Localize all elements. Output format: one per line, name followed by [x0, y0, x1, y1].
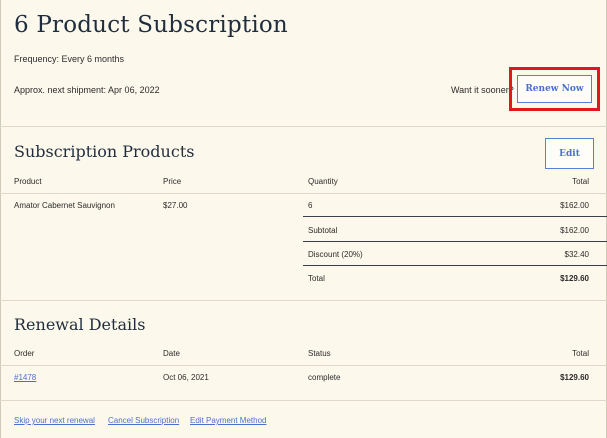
subtotal-label: Subtotal — [308, 226, 338, 235]
page-title: 6 Product Subscription — [14, 12, 288, 38]
row-divider — [303, 216, 607, 217]
col-header-status: Status — [308, 349, 331, 358]
col-header-date: Date — [163, 349, 180, 358]
row-divider — [303, 265, 607, 266]
want-sooner-text: Want it sooner? — [451, 85, 514, 95]
renewal-details-title: Renewal Details — [14, 315, 146, 334]
subtotal-value: $162.00 — [560, 226, 589, 235]
product-price: $27.00 — [163, 201, 188, 210]
row-divider — [303, 241, 607, 242]
renew-now-button[interactable]: Renew Now — [517, 75, 592, 103]
discount-label: Discount (20%) — [308, 250, 363, 259]
product-total: $162.00 — [560, 201, 589, 210]
header-divider — [0, 365, 607, 366]
next-shipment-text: Approx. next shipment: Apr 06, 2022 — [14, 85, 160, 95]
order-status: complete — [308, 373, 341, 382]
cancel-subscription-link[interactable]: Cancel Subscription — [108, 416, 179, 425]
product-quantity: 6 — [308, 201, 313, 210]
col-header-order: Order — [14, 349, 35, 358]
renew-highlight-box: Renew Now — [509, 67, 600, 111]
subscription-products-title: Subscription Products — [14, 142, 195, 161]
col-header-price: Price — [163, 177, 182, 186]
edit-payment-method-link[interactable]: Edit Payment Method — [190, 416, 266, 425]
col-header-total: Total — [572, 177, 589, 186]
divider — [0, 400, 607, 401]
total-value: $129.60 — [560, 274, 589, 283]
header-divider — [0, 193, 607, 194]
product-name: Amator Cabernet Sauvignon — [14, 201, 115, 210]
divider — [0, 126, 607, 127]
frequency-text: Frequency: Every 6 months — [14, 54, 125, 64]
skip-renewal-link[interactable]: Skip your next renewal — [14, 416, 95, 425]
edit-button[interactable]: Edit — [545, 138, 594, 169]
order-date: Oct 06, 2021 — [163, 373, 209, 382]
total-label: Total — [308, 274, 325, 283]
order-link[interactable]: #1478 — [14, 373, 36, 382]
order-total: $129.60 — [560, 373, 589, 382]
divider — [0, 300, 607, 301]
col-header-quantity: Quantity — [308, 177, 338, 186]
col-header-product: Product — [14, 177, 42, 186]
discount-value: $32.40 — [564, 250, 589, 259]
col-header-renewal-total: Total — [572, 349, 589, 358]
